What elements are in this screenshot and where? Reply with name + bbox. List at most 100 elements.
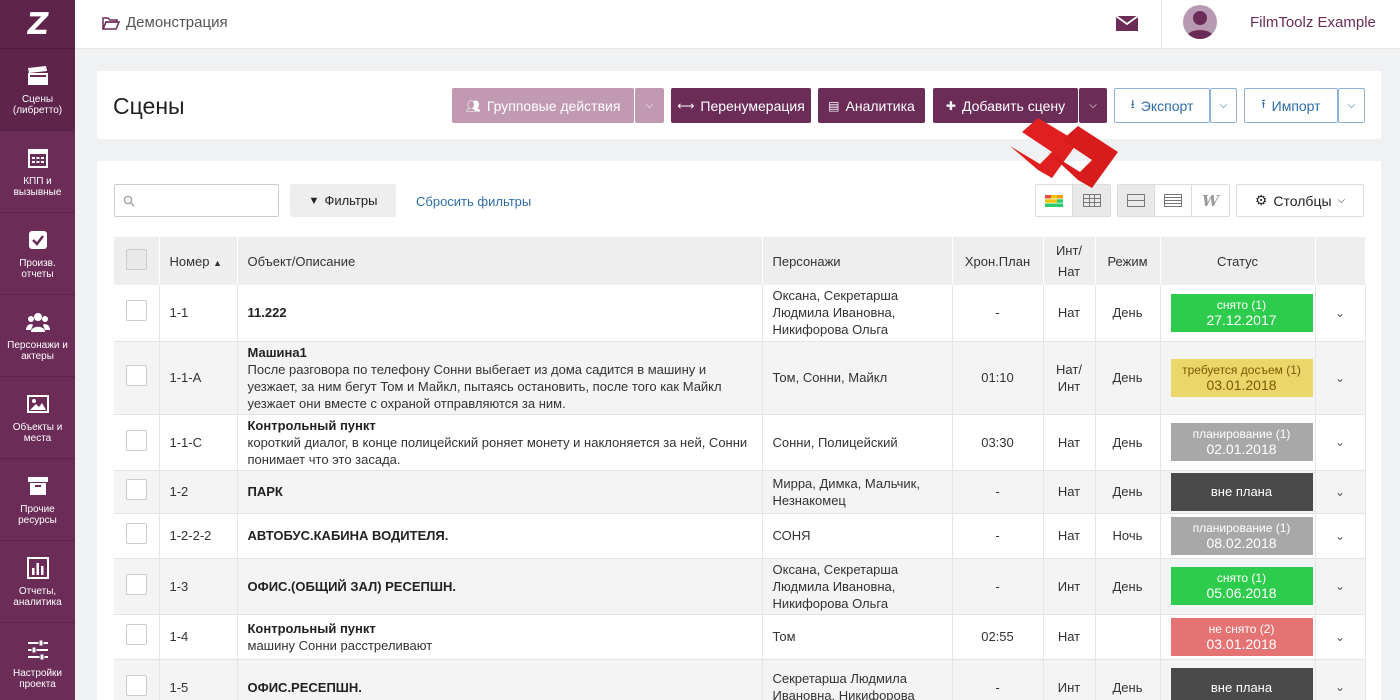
scene-chron: - — [952, 558, 1044, 615]
analytics-button[interactable]: ▤ Аналитика — [818, 88, 925, 123]
group-actions-dropdown[interactable]: ⌵ — [635, 88, 664, 123]
status-badge[interactable]: требуется досъем (1) 03.01.2018 — [1170, 358, 1313, 397]
status-badge[interactable]: не снято (2) 03.01.2018 — [1170, 617, 1313, 656]
renumber-button[interactable]: ⟷ Перенумерация — [671, 88, 811, 123]
status-badge[interactable]: вне плана — [1170, 668, 1313, 700]
table-row[interactable]: 1-1 11.222 Оксана, Секретарша Людмила Ив… — [114, 285, 1366, 342]
scene-number[interactable]: 1-1 — [159, 285, 238, 342]
table-row[interactable]: 1-2 ПАРК Мирра, Димка, Мальчик, Незнаком… — [114, 470, 1366, 514]
row-checkbox[interactable] — [125, 365, 147, 386]
table-row[interactable]: 1-1-A Машина1 После разговора по телефону… — [114, 341, 1366, 415]
row-checkbox[interactable] — [125, 624, 147, 645]
chevron-down-icon[interactable]: ⌄ — [1335, 306, 1345, 320]
scene-object-cell[interactable]: 11.222 — [237, 285, 763, 342]
scene-object-cell[interactable]: ОФИС.РЕСЕПШН. — [237, 659, 763, 700]
import-dropdown[interactable]: ⌵ — [1338, 88, 1365, 123]
plain-table-view-button[interactable] — [1073, 185, 1110, 216]
status-date: 03.01.2018 — [1206, 376, 1277, 393]
status-badge[interactable]: планирование (1) 02.01.2018 — [1170, 423, 1313, 461]
scene-title: 11.222 — [247, 305, 287, 321]
chevron-down-icon[interactable]: ⌄ — [1335, 579, 1345, 593]
table-row[interactable]: 1-1-C Контрольный пункт короткий диалог, … — [114, 414, 1366, 471]
row-checkbox[interactable] — [125, 429, 147, 451]
status-label: планирование (1) — [1192, 520, 1291, 535]
user-name[interactable]: FilmToolz Example — [1250, 14, 1376, 31]
table-row[interactable]: 1-4 Контрольный пункт машину Сонни расстр… — [114, 614, 1366, 660]
reset-filters-link[interactable]: Сбросить фильтры — [416, 194, 531, 209]
chevron-down-icon[interactable]: ⌄ — [1335, 435, 1345, 449]
export-dropdown[interactable]: ⌵ — [1210, 88, 1237, 123]
sidebar-item-reports[interactable]: Произв. отчеты — [0, 213, 75, 295]
row-checkbox[interactable] — [125, 573, 147, 595]
scene-object-cell[interactable]: АВТОБУС.КАБИНА ВОДИТЕЛЯ. — [237, 513, 763, 559]
compact-rows-button[interactable] — [1118, 185, 1155, 216]
chevron-down-icon[interactable]: ⌄ — [1335, 680, 1345, 694]
scene-number[interactable]: 1-5 — [159, 659, 238, 700]
scene-number[interactable]: 1-1-C — [159, 414, 238, 471]
calendar-icon — [27, 148, 48, 168]
column-header-object[interactable]: Объект/Описание — [237, 237, 763, 285]
status-badge[interactable]: снято (1) 27.12.2017 — [1170, 293, 1313, 332]
scene-intnat: Нат — [1043, 285, 1096, 342]
sidebar-item-scenes[interactable]: Сцены (либретто) — [0, 49, 75, 131]
filters-button[interactable]: ▼ Фильтры — [290, 184, 396, 217]
scene-number[interactable]: 1-4 — [159, 614, 238, 660]
sidebar-item-kpp[interactable]: КПП и вызывные — [0, 131, 75, 213]
avatar[interactable] — [1183, 5, 1217, 39]
column-header-number[interactable]: Номер ▲ — [159, 237, 238, 285]
color-rows-view-button[interactable] — [1036, 185, 1073, 216]
breadcrumb[interactable]: Демонстрация — [102, 14, 228, 31]
sidebar-item-resources[interactable]: Прочие ресурсы — [0, 459, 75, 541]
scene-intnat: Нат — [1043, 513, 1096, 559]
scene-object-cell[interactable]: ОФИС.(ОБЩИЙ ЗАЛ) РЕСЕПШН. — [237, 558, 763, 615]
scene-characters: Сонни, Полицейский — [762, 414, 953, 471]
add-scene-dropdown[interactable]: ⌵ — [1079, 88, 1107, 123]
chevron-down-icon[interactable]: ⌄ — [1335, 630, 1345, 644]
row-checkbox[interactable] — [125, 674, 147, 696]
select-all-checkbox[interactable] — [125, 249, 147, 270]
add-scene-button[interactable]: ✚ Добавить сцену — [933, 88, 1078, 123]
scene-number[interactable]: 1-2 — [159, 470, 238, 514]
column-header-intnat[interactable]: Инт/ Нат — [1043, 237, 1096, 285]
sidebar-item-analytics[interactable]: Отчеты, аналитика — [0, 541, 75, 623]
app-logo[interactable]: Z — [0, 0, 75, 49]
import-button[interactable]: ⭱ Импорт — [1244, 88, 1338, 123]
scene-object-cell[interactable]: Контрольный пункт короткий диалог, в конц… — [237, 414, 763, 471]
scene-number[interactable]: 1-1-A — [159, 341, 238, 415]
status-badge[interactable]: снято (1) 05.06.2018 — [1170, 567, 1313, 605]
scene-object-cell[interactable]: ПАРК — [237, 470, 763, 514]
row-select-cell — [114, 341, 160, 415]
group-actions-button[interactable]: 👥︎ Групповые действия — [452, 88, 634, 123]
chevron-down-icon[interactable]: ⌄ — [1335, 485, 1345, 499]
envelope-icon[interactable] — [1116, 14, 1138, 32]
export-button[interactable]: ⭳ Экспорт — [1114, 88, 1210, 123]
status-badge[interactable]: планирование (1) 08.02.2018 — [1170, 516, 1313, 555]
chevron-down-icon[interactable]: ⌄ — [1335, 529, 1345, 543]
scene-intnat: Нат — [1043, 470, 1096, 514]
scene-object-cell[interactable]: Машина1 После разговора по телефону Сонни… — [237, 341, 763, 415]
topbar-divider — [1161, 0, 1162, 49]
column-header-characters[interactable]: Персонажи — [762, 237, 953, 285]
status-badge[interactable]: вне плана — [1170, 472, 1313, 511]
scene-number[interactable]: 1-3 — [159, 558, 238, 615]
column-header-status[interactable]: Статус — [1160, 237, 1316, 285]
sidebar-item-characters[interactable]: Персонажи и актеры — [0, 295, 75, 377]
scene-number[interactable]: 1-2-2-2 — [159, 513, 238, 559]
chevron-down-icon[interactable]: ⌄ — [1335, 371, 1345, 385]
column-header-chron[interactable]: Хрон.План — [952, 237, 1044, 285]
columns-button[interactable]: ⚙ Столбцы ⌵ — [1236, 184, 1364, 217]
scene-object-cell[interactable]: Контрольный пункт машину Сонни расстрелив… — [237, 614, 763, 660]
sidebar-item-settings[interactable]: Настройки проекта — [0, 623, 75, 700]
row-checkbox[interactable] — [125, 523, 147, 544]
list-rows-button[interactable] — [1155, 185, 1192, 216]
table-row[interactable]: 1-5 ОФИС.РЕСЕПШН. Секретарша Людмила Ива… — [114, 659, 1366, 700]
text-view-button[interactable]: W — [1192, 185, 1229, 216]
table-row[interactable]: 1-2-2-2 АВТОБУС.КАБИНА ВОДИТЕЛЯ. СОНЯ - … — [114, 513, 1366, 559]
header-panel: Сцены 👥︎ Групповые действия ⌵ ⟷ Перенумера… — [97, 71, 1381, 139]
table-row[interactable]: 1-3 ОФИС.(ОБЩИЙ ЗАЛ) РЕСЕПШН. Оксана, Се… — [114, 558, 1366, 615]
search-input[interactable] — [114, 184, 279, 217]
row-checkbox[interactable] — [125, 300, 147, 322]
sidebar-item-objects[interactable]: Объекты и места — [0, 377, 75, 459]
row-checkbox[interactable] — [125, 479, 147, 500]
column-header-mode[interactable]: Режим — [1095, 237, 1161, 285]
